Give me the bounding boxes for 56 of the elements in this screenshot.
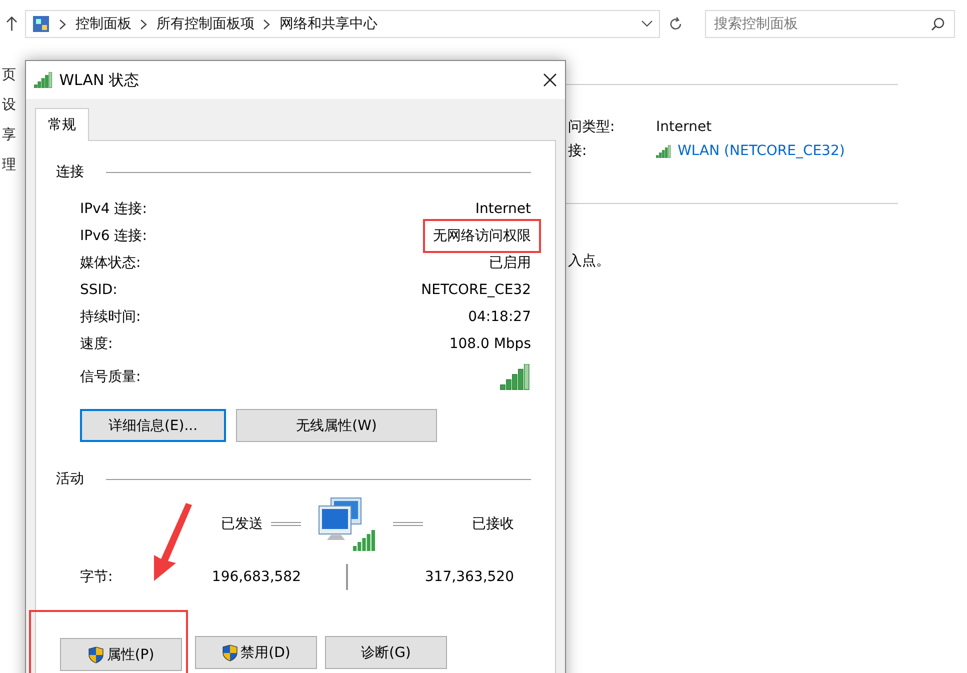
field-value: NETCORE_CE32 [421,282,531,298]
signal-strength-icon [500,364,531,390]
breadcrumb[interactable]: 网络和共享中心 [279,15,378,33]
sent-label: 已发送 [221,515,263,533]
window-title: WLAN 状态 [59,70,140,90]
sidebar-link[interactable]: 页 [2,66,16,84]
chevron-icon [263,18,270,30]
breadcrumb[interactable]: 所有控制面板项 [156,15,254,33]
chevron-icon [59,18,66,30]
sidebar-link[interactable]: 理 [2,156,16,174]
refresh-icon[interactable] [668,16,683,32]
close-icon[interactable] [543,73,557,87]
connection-link[interactable]: WLAN (NETCORE_CE32) [678,143,845,159]
sidebar-link[interactable]: 享 [2,126,16,144]
bytes-label: 字节: [80,568,114,586]
tab[interactable]: 常规 [35,108,89,141]
dialog-button[interactable]: 禁用(D) [195,636,317,669]
note-text: 入点。 [568,253,610,269]
field-label: 媒体状态: [80,254,141,272]
signal-icon [34,72,54,88]
section-heading: 活动 [56,470,84,488]
sidebar-link[interactable]: 设 [2,96,16,114]
detail-label: 接: [568,142,588,160]
received-bytes: 317,363,520 [424,569,514,585]
detail-label: 问类型: [568,118,616,136]
search-icon[interactable] [931,17,945,31]
field-label: 持续时间: [80,308,141,326]
computers-icon [317,496,377,552]
search-field[interactable]: 搜索控制面板 [705,10,955,38]
field-value: 无网络访问权限 [423,218,541,252]
field-value: 04:18:27 [468,308,531,324]
up-arrow-icon[interactable] [6,16,18,32]
field-label: IPv4 连接: [80,200,147,218]
field-label: IPv6 连接: [80,226,147,244]
field-label: 信号质量: [80,368,141,386]
sent-bytes: 196,683,582 [212,569,301,585]
detail-value: Internet [656,119,712,135]
received-label: 已接收 [472,515,514,533]
field-value: 已启用 [489,254,531,272]
field-value: 108.0 Mbps [449,336,531,352]
section-heading: 连接 [56,163,84,181]
dropdown-icon[interactable] [640,20,653,28]
shield-icon [222,644,238,662]
dialog-button[interactable]: 属性(P) [60,638,182,671]
dialog-button[interactable]: 诊断(G) [325,636,447,669]
address-bar[interactable]: 控制面板 所有控制面板项 网络和共享中心 [25,10,660,38]
dialog-button[interactable]: 无线属性(W) [236,409,437,442]
signal-icon [656,144,672,158]
shield-icon [88,646,104,664]
field-label: 速度: [80,334,113,352]
breadcrumb[interactable]: 控制面板 [75,15,132,33]
chevron-icon [140,18,148,30]
field-value: Internet [475,200,531,216]
control-panel-icon [32,15,50,33]
field-label: SSID: [80,282,118,298]
dialog-button[interactable]: 详细信息(E)... [80,409,226,442]
